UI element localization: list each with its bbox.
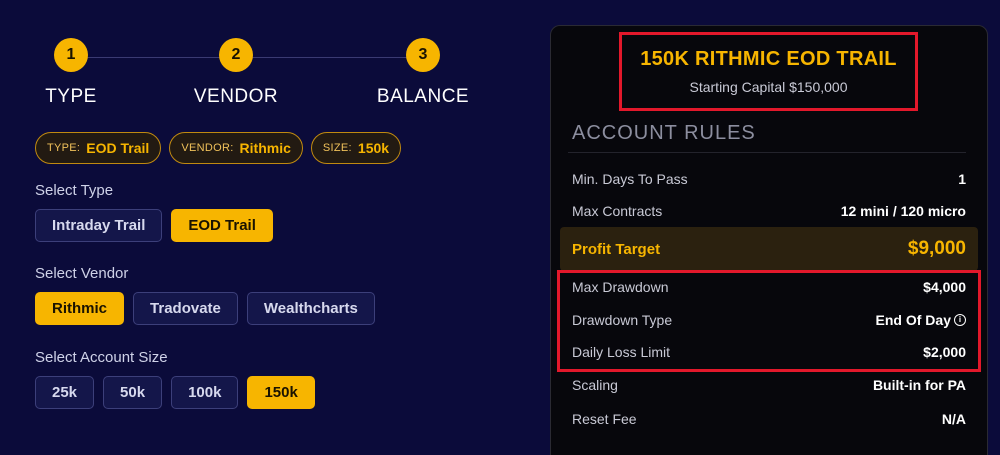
rule-value: 12 mini / 120 micro [840,203,966,219]
rule-value: N/A [941,411,966,427]
vendor-option-wealthcharts[interactable]: Wealthcharts [246,292,375,325]
select-vendor-label: Select Vendor [35,265,129,282]
starting-capital: Starting Capital $150,000 [689,79,848,95]
step-number-3: 3 [406,38,440,72]
vendor-options: Rithmic Tradovate Wealthcharts [35,292,375,325]
divider [568,152,966,153]
chip-key: TYPE: [47,142,81,154]
chip-type[interactable]: TYPE: EOD Trail [35,132,162,164]
vendor-option-tradovate[interactable]: Tradovate [133,292,238,325]
step-number-1: 1 [54,38,88,72]
rule-row-profit-target: Profit Target $9,000 [560,227,978,271]
step-label-vendor: VENDOR [193,86,279,107]
rule-row-reset-fee: Reset Fee N/A [572,404,966,434]
rule-row-scaling: Scaling Built-in for PA [572,370,966,400]
type-options: Intraday Trail EOD Trail [35,209,273,242]
step-type[interactable]: 1 TYPE [40,38,102,108]
selection-chips: TYPE: EOD Trail VENDOR: Rithmic SIZE: 15… [35,132,402,164]
rule-value: $9,000 [907,238,966,259]
size-options: 25k 50k 100k 150k [35,376,315,409]
select-size-label: Select Account Size [35,349,168,366]
rule-key: Scaling [572,377,618,393]
rule-row-max-contracts: Max Contracts 12 mini / 120 micro [572,196,966,226]
rule-value: Built-in for PA [872,377,966,393]
chip-size[interactable]: SIZE: 150k [310,132,402,164]
step-vendor[interactable]: 2 VENDOR [190,38,282,108]
card-title-highlight: 150K RITHMIC EOD TRAIL Starting Capital … [619,32,918,111]
step-number-2: 2 [219,38,253,72]
rule-row-min-days: Min. Days To Pass 1 [572,164,966,194]
chip-value: 150k [357,140,390,156]
rule-key: Profit Target [572,240,661,258]
configurator-panel: 1 TYPE 2 VENDOR 3 BALANCE TYPE: EOD Trai… [0,0,540,455]
rule-key: Max Contracts [572,203,663,219]
chip-key: VENDOR: [181,142,234,154]
account-rules-heading: ACCOUNT RULES [572,122,756,144]
step-label-balance: BALANCE [376,86,470,107]
vendor-option-rithmic[interactable]: Rithmic [35,292,125,325]
size-option-150k[interactable]: 150k [247,376,315,409]
rule-value: 1 [958,171,966,187]
step-balance[interactable]: 3 BALANCE [376,38,470,108]
drawdown-highlight [557,270,981,372]
size-option-100k[interactable]: 100k [171,376,239,409]
rule-key: Min. Days To Pass [572,171,688,187]
chip-value: EOD Trail [86,140,150,156]
chip-vendor[interactable]: VENDOR: Rithmic [169,132,303,164]
type-option-eod-trail[interactable]: EOD Trail [171,209,273,242]
chip-key: SIZE: [322,142,352,154]
card-title: 150K RITHMIC EOD TRAIL [640,48,897,70]
size-option-50k[interactable]: 50k [103,376,163,409]
chip-value: Rithmic [239,140,291,156]
type-option-intraday-trail[interactable]: Intraday Trail [35,209,163,242]
step-label-type: TYPE [45,86,97,107]
rule-key: Reset Fee [572,411,637,427]
size-option-25k[interactable]: 25k [35,376,95,409]
select-type-label: Select Type [35,182,114,199]
